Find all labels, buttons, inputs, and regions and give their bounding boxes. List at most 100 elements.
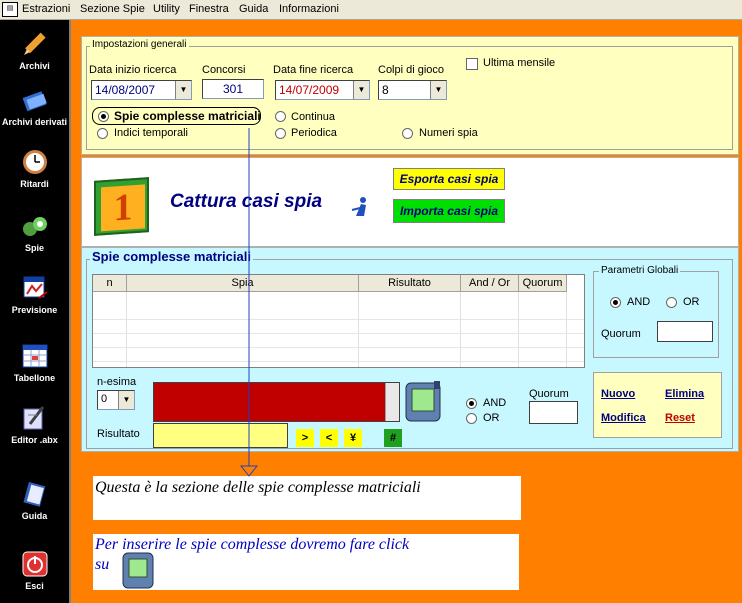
spie-complesse-panel: Spie complesse matriciali n Spia Risulta… bbox=[81, 247, 739, 452]
greater-than-button[interactable]: > bbox=[296, 429, 314, 447]
clock-icon bbox=[22, 150, 47, 174]
sidebar-item-label: Archivi derivati bbox=[1, 117, 68, 127]
quorum-label: Quorum bbox=[529, 388, 569, 400]
sidebar-item-label: Spie bbox=[24, 243, 44, 253]
impostazioni-legend: Impostazioni generali bbox=[90, 39, 189, 50]
radio-periodica[interactable] bbox=[275, 128, 286, 139]
risultato-input[interactable] bbox=[153, 423, 288, 448]
chevron-down-icon[interactable]: ▼ bbox=[118, 391, 134, 409]
or-label: OR bbox=[483, 412, 500, 424]
chevron-down-icon[interactable]: ▼ bbox=[175, 81, 191, 99]
concorsi-field[interactable]: 301 bbox=[202, 79, 264, 99]
global-or-radio[interactable] bbox=[666, 297, 677, 308]
hash-button[interactable]: # bbox=[384, 429, 402, 447]
sidebar-item-label: Editor .abx bbox=[11, 435, 58, 445]
elimina-link[interactable]: Elimina bbox=[665, 388, 704, 400]
sidebar-item-label: Esci bbox=[25, 581, 44, 591]
n-esima-label: n-esima bbox=[97, 376, 137, 388]
cattura-title: Cattura casi spia bbox=[170, 191, 323, 212]
colpi-value: 8 bbox=[382, 83, 389, 97]
chevron-down-icon[interactable]: ▼ bbox=[353, 81, 369, 99]
and-label: AND bbox=[483, 397, 507, 409]
menu-informazioni[interactable]: Informazioni bbox=[279, 3, 339, 15]
tutorial-note-2: Per inserire le spie complesse dovremo f… bbox=[93, 534, 519, 590]
and-radio[interactable] bbox=[466, 398, 477, 409]
col-header-and-or[interactable]: And / Or bbox=[461, 275, 519, 292]
global-and-radio[interactable] bbox=[610, 297, 621, 308]
sidebar-item-label: Guida bbox=[21, 511, 48, 521]
power-icon bbox=[22, 551, 47, 577]
esporta-casi-spia-button[interactable]: Esporta casi spia bbox=[393, 168, 505, 190]
sidebar-item-spie[interactable]: Spie bbox=[0, 212, 69, 253]
concorsi-label: Concorsi bbox=[202, 64, 246, 76]
sidebar-item-label: Tabellone bbox=[13, 373, 56, 383]
reset-link[interactable]: Reset bbox=[665, 412, 695, 424]
spie-complesse-legend: Spie complesse matriciali bbox=[90, 249, 253, 264]
col-header-n[interactable]: n bbox=[93, 275, 127, 292]
radio-numeri-spia[interactable] bbox=[402, 128, 413, 139]
ultima-mensile-label: Ultima mensile bbox=[483, 57, 556, 69]
sidebar-item-previsione[interactable]: Previsione bbox=[0, 274, 69, 315]
colpi-label: Colpi di gioco bbox=[378, 64, 445, 76]
radio-indici-temporali[interactable] bbox=[97, 128, 108, 139]
impostazioni-panel: Impostazioni generali Data inizio ricerc… bbox=[81, 36, 739, 155]
radio-continua-label: Continua bbox=[291, 111, 336, 123]
col-header-spia[interactable]: Spia bbox=[127, 275, 359, 292]
spia-expression-textarea[interactable] bbox=[153, 382, 400, 422]
data-inizio-combo[interactable]: 14/08/2007 ▼ bbox=[91, 80, 192, 100]
sidebar-item-editor-abx[interactable]: Editor .abx bbox=[0, 404, 69, 445]
sidebar-item-label: Ritardi bbox=[20, 179, 49, 189]
radio-spie-complesse-label: Spie complesse matriciali bbox=[114, 109, 261, 123]
grid-icon bbox=[22, 344, 47, 368]
pencil-icon bbox=[23, 32, 46, 55]
n-esima-combo[interactable]: 0 ▼ bbox=[97, 390, 135, 410]
sidebar-item-archivi[interactable]: Archivi bbox=[0, 30, 69, 71]
sidebar-item-tabellone[interactable]: Tabellone bbox=[0, 342, 69, 383]
chevron-down-icon[interactable]: ▼ bbox=[430, 81, 446, 99]
textarea-scrollbar[interactable] bbox=[385, 383, 399, 421]
menu-estrazioni[interactable]: Estrazioni bbox=[22, 3, 70, 15]
device-icon bbox=[122, 552, 154, 589]
spie-table[interactable]: n Spia Risultato And / Or Quorum bbox=[92, 274, 585, 368]
table-row[interactable] bbox=[93, 320, 584, 334]
step-number: 1 bbox=[101, 184, 145, 232]
global-or-label: OR bbox=[683, 296, 700, 308]
menu-finestra[interactable]: Finestra bbox=[189, 3, 229, 15]
radio-indici-label: Indici temporali bbox=[114, 127, 188, 139]
table-row[interactable] bbox=[93, 348, 584, 362]
table-row[interactable] bbox=[93, 334, 584, 348]
system-menu-icon[interactable]: ▤ bbox=[2, 2, 18, 17]
book-icon bbox=[22, 482, 45, 507]
pen-icon bbox=[23, 406, 44, 430]
col-header-quorum[interactable]: Quorum bbox=[519, 275, 567, 292]
parametri-globali-legend: Parametri Globali bbox=[599, 265, 681, 276]
data-fine-combo[interactable]: 14/07/2009 ▼ bbox=[275, 80, 370, 100]
global-quorum-input[interactable] bbox=[657, 321, 713, 342]
radio-spie-complesse[interactable] bbox=[98, 111, 109, 122]
or-radio[interactable] bbox=[466, 413, 477, 424]
less-than-button[interactable]: < bbox=[320, 429, 338, 447]
yen-button[interactable]: ¥ bbox=[344, 429, 362, 447]
radio-continua[interactable] bbox=[275, 111, 286, 122]
importa-casi-spia-button[interactable]: Importa casi spia bbox=[393, 199, 505, 223]
sidebar-item-esci[interactable]: Esci bbox=[0, 550, 69, 591]
modifica-link[interactable]: Modifica bbox=[601, 412, 646, 424]
menu-utility[interactable]: Utility bbox=[153, 3, 180, 15]
cattura-panel: 1 Cattura casi spia Esporta casi spia Im… bbox=[81, 157, 739, 247]
sidebar-item-guida[interactable]: Guida bbox=[0, 480, 69, 521]
table-row[interactable] bbox=[93, 306, 584, 320]
menu-sezione-spie[interactable]: Sezione Spie bbox=[80, 3, 145, 15]
parametri-globali-group bbox=[593, 271, 719, 358]
sidebar-item-ritardi[interactable]: Ritardi bbox=[0, 148, 69, 189]
actions-box bbox=[593, 372, 722, 438]
add-spia-device-icon[interactable] bbox=[404, 379, 444, 423]
quorum-input[interactable] bbox=[529, 401, 578, 424]
colpi-combo[interactable]: 8 ▼ bbox=[378, 80, 447, 100]
sidebar-item-label: Archivi bbox=[19, 61, 50, 71]
ultima-mensile-checkbox[interactable] bbox=[466, 58, 478, 70]
sidebar-item-archivi-derivati[interactable]: Archivi derivati bbox=[0, 86, 69, 127]
menu-guida[interactable]: Guida bbox=[239, 3, 268, 15]
nuovo-link[interactable]: Nuovo bbox=[601, 388, 635, 400]
col-header-risultato[interactable]: Risultato bbox=[359, 275, 461, 292]
sidebar: Archivi Archivi derivati Ritardi Spie Pr… bbox=[0, 20, 69, 603]
